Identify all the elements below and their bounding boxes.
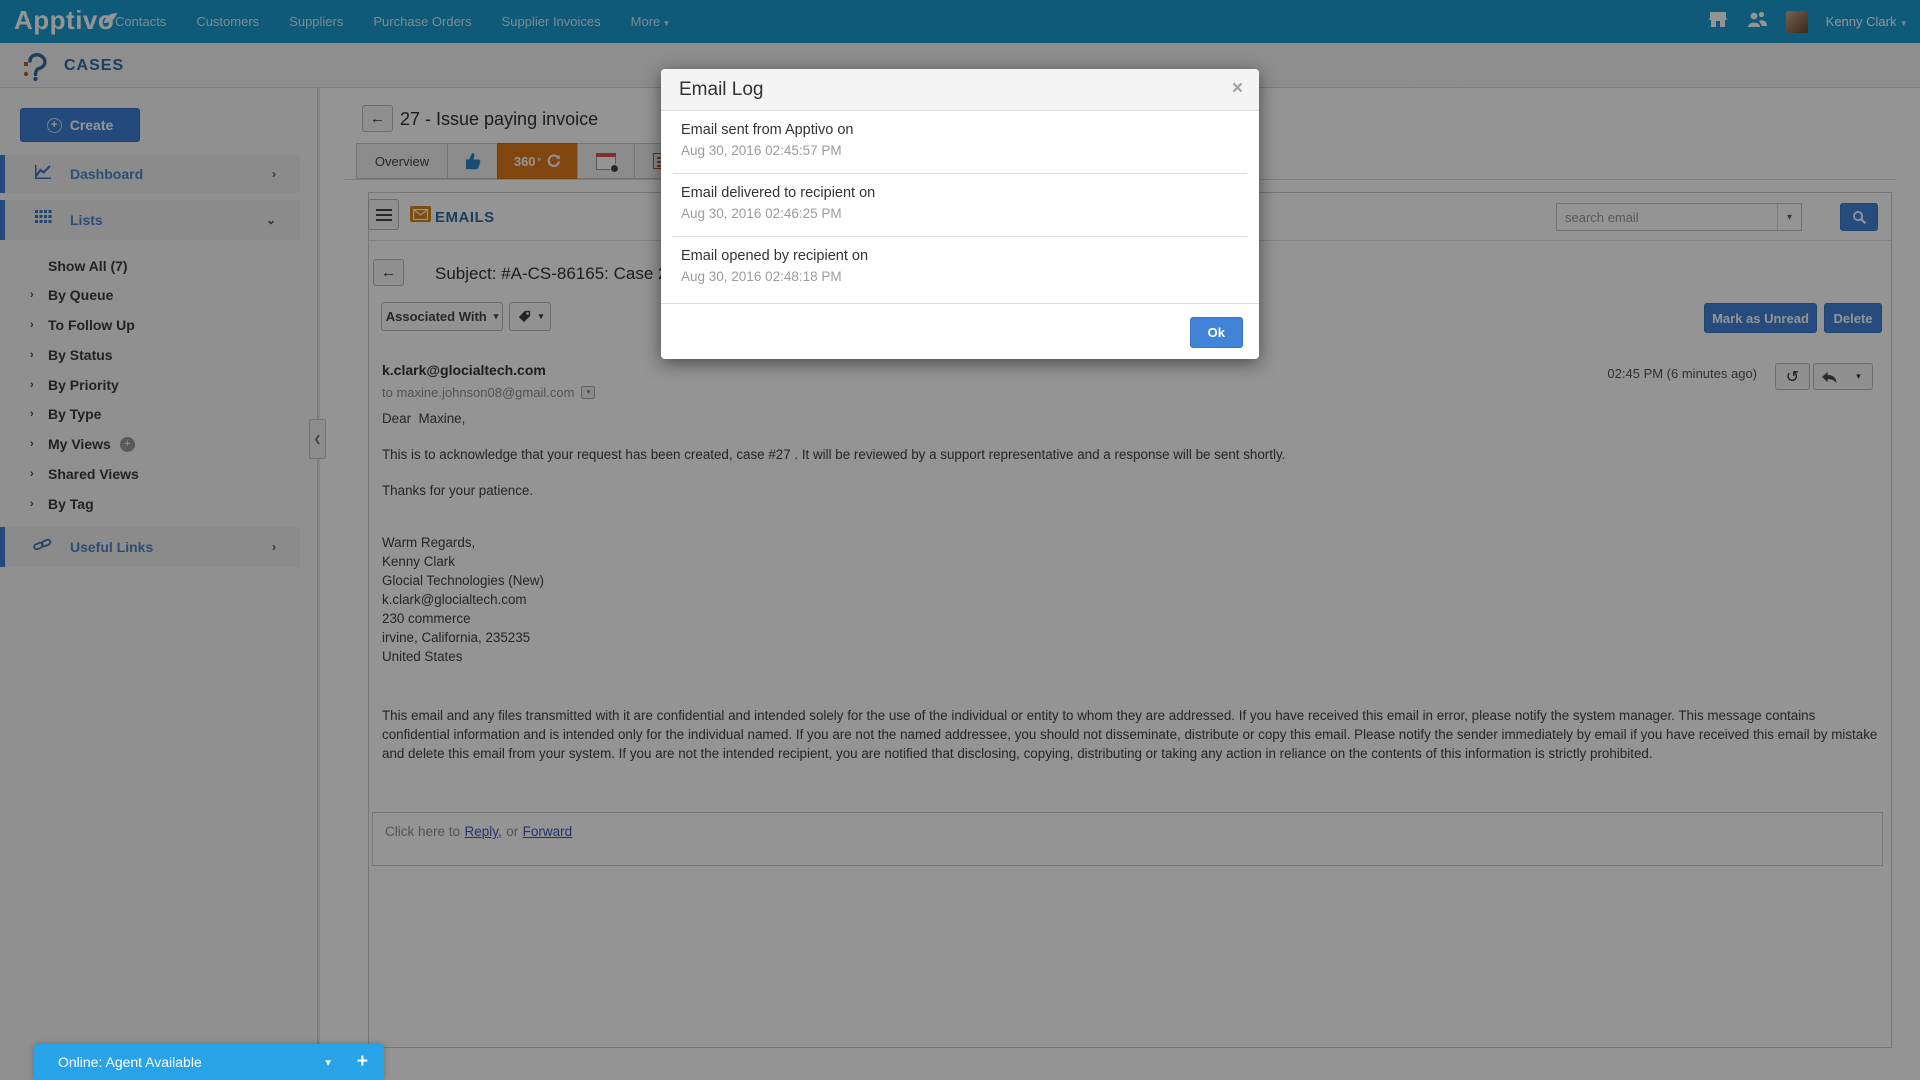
modal-title: Email Log [679,79,764,101]
modal-footer: Ok [661,303,1259,359]
chat-status-text: Online: Agent Available [58,1054,325,1070]
ok-button[interactable]: Ok [1190,317,1243,348]
modal-body: Email sent from Apptivo on Aug 30, 2016 … [661,111,1259,300]
chat-add-icon[interactable]: + [357,1051,368,1073]
email-log-entry: Email opened by recipient on Aug 30, 201… [673,237,1247,300]
chat-widget-bar[interactable]: Online: Agent Available ▾ + [34,1044,384,1080]
close-icon[interactable]: × [1232,78,1243,100]
chat-collapse-caret-icon[interactable]: ▾ [325,1056,331,1069]
email-log-modal: Email Log × Email sent from Apptivo on A… [661,69,1259,359]
modal-header: Email Log × [661,69,1259,111]
email-log-entry: Email delivered to recipient on Aug 30, … [673,174,1247,237]
email-log-entry: Email sent from Apptivo on Aug 30, 2016 … [673,111,1247,174]
